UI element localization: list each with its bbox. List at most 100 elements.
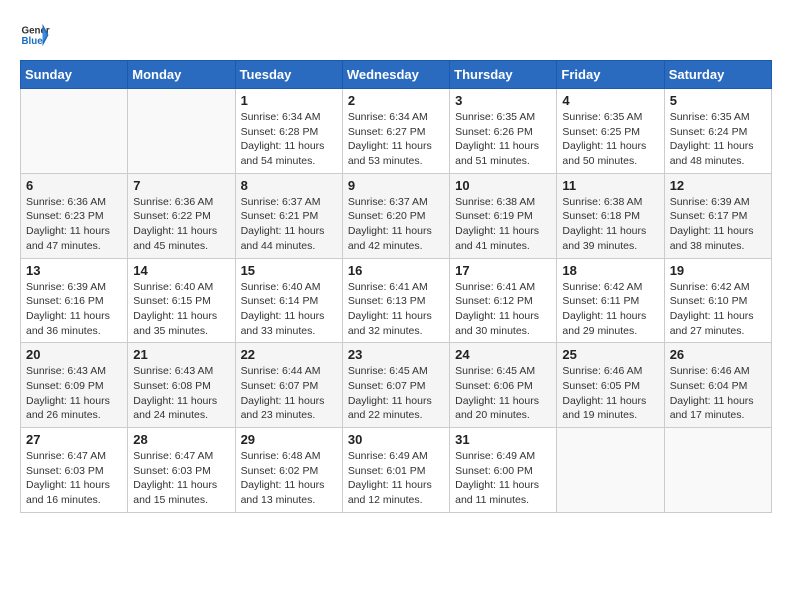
calendar-cell: 28Sunrise: 6:47 AMSunset: 6:03 PMDayligh…	[128, 428, 235, 513]
day-info: Sunrise: 6:42 AMSunset: 6:10 PMDaylight:…	[670, 280, 766, 339]
day-info: Sunrise: 6:47 AMSunset: 6:03 PMDaylight:…	[133, 449, 229, 508]
day-number: 10	[455, 178, 551, 193]
day-number: 6	[26, 178, 122, 193]
calendar-cell: 29 Sunrise: 6:48 AMSunset: 6:02 PMDayligh…	[235, 428, 342, 513]
calendar-cell: 15 Sunrise: 6:40 AMSunset: 6:14 PMDayligh…	[235, 258, 342, 343]
day-info: Sunrise: 6:40 AMSunset: 6:15 PMDaylight:…	[133, 280, 229, 339]
calendar-cell: 12 Sunrise: 6:39 AMSunset: 6:17 PMDayligh…	[664, 173, 771, 258]
calendar-week-2: 6 Sunrise: 6:36 AMSunset: 6:23 PMDaylight…	[21, 173, 772, 258]
day-info: Sunrise: 6:35 AMSunset: 6:24 PMDaylight:…	[670, 110, 766, 169]
day-info: Sunrise: 6:34 AMSunset: 6:28 PMDaylight:…	[241, 110, 337, 169]
day-number: 23	[348, 347, 444, 362]
calendar-cell: 11 Sunrise: 6:38 AMSunset: 6:18 PMDayligh…	[557, 173, 664, 258]
day-number: 8	[241, 178, 337, 193]
svg-text:Blue: Blue	[22, 36, 44, 47]
calendar-cell	[664, 428, 771, 513]
day-info: Sunrise: 6:45 AMSunset: 6:06 PMDaylight:…	[455, 364, 551, 423]
day-number: 13	[26, 263, 122, 278]
day-number: 20	[26, 347, 122, 362]
day-number: 12	[670, 178, 766, 193]
day-number: 15	[241, 263, 337, 278]
calendar-cell: 4 Sunrise: 6:35 AMSunset: 6:25 PMDaylight…	[557, 89, 664, 174]
day-number: 31	[455, 432, 551, 447]
calendar-cell	[128, 89, 235, 174]
day-info: Sunrise: 6:39 AMSunset: 6:17 PMDaylight:…	[670, 195, 766, 254]
day-info: Sunrise: 6:46 AMSunset: 6:05 PMDaylight:…	[562, 364, 658, 423]
day-number: 11	[562, 178, 658, 193]
calendar-cell: 10Sunrise: 6:38 AMSunset: 6:19 PMDayligh…	[450, 173, 557, 258]
day-info: Sunrise: 6:45 AMSunset: 6:07 PMDaylight:…	[348, 364, 444, 423]
calendar-cell: 18 Sunrise: 6:42 AMSunset: 6:11 PMDayligh…	[557, 258, 664, 343]
day-number: 5	[670, 93, 766, 108]
day-info: Sunrise: 6:44 AMSunset: 6:07 PMDaylight:…	[241, 364, 337, 423]
weekday-header-sunday: Sunday	[21, 61, 128, 89]
day-info: Sunrise: 6:42 AMSunset: 6:11 PMDaylight:…	[562, 280, 658, 339]
day-info: Sunrise: 6:41 AMSunset: 6:13 PMDaylight:…	[348, 280, 444, 339]
day-number: 18	[562, 263, 658, 278]
day-info: Sunrise: 6:49 AMSunset: 6:01 PMDaylight:…	[348, 449, 444, 508]
calendar-cell: 13 Sunrise: 6:39 AMSunset: 6:16 PMDayligh…	[21, 258, 128, 343]
calendar-cell: 8Sunrise: 6:37 AMSunset: 6:21 PMDaylight…	[235, 173, 342, 258]
day-number: 3	[455, 93, 551, 108]
weekday-header-row: SundayMondayTuesdayWednesdayThursdayFrid…	[21, 61, 772, 89]
calendar-cell: 22 Sunrise: 6:44 AMSunset: 6:07 PMDayligh…	[235, 343, 342, 428]
day-number: 25	[562, 347, 658, 362]
calendar-cell: 6 Sunrise: 6:36 AMSunset: 6:23 PMDaylight…	[21, 173, 128, 258]
day-number: 29	[241, 432, 337, 447]
day-info: Sunrise: 6:38 AMSunset: 6:18 PMDaylight:…	[562, 195, 658, 254]
calendar-cell: 26Sunrise: 6:46 AMSunset: 6:04 PMDayligh…	[664, 343, 771, 428]
day-info: Sunrise: 6:43 AMSunset: 6:08 PMDaylight:…	[133, 364, 229, 423]
day-info: Sunrise: 6:40 AMSunset: 6:14 PMDaylight:…	[241, 280, 337, 339]
calendar-week-1: 1 Sunrise: 6:34 AMSunset: 6:28 PMDaylight…	[21, 89, 772, 174]
day-info: Sunrise: 6:43 AMSunset: 6:09 PMDaylight:…	[26, 364, 122, 423]
calendar-cell: 7 Sunrise: 6:36 AMSunset: 6:22 PMDaylight…	[128, 173, 235, 258]
calendar-week-4: 20 Sunrise: 6:43 AMSunset: 6:09 PMDayligh…	[21, 343, 772, 428]
calendar-cell: 9 Sunrise: 6:37 AMSunset: 6:20 PMDaylight…	[342, 173, 449, 258]
day-number: 17	[455, 263, 551, 278]
weekday-header-monday: Monday	[128, 61, 235, 89]
day-info: Sunrise: 6:46 AMSunset: 6:04 PMDaylight:…	[670, 364, 766, 423]
day-number: 22	[241, 347, 337, 362]
day-info: Sunrise: 6:36 AMSunset: 6:23 PMDaylight:…	[26, 195, 122, 254]
calendar-cell: 14 Sunrise: 6:40 AMSunset: 6:15 PMDayligh…	[128, 258, 235, 343]
day-info: Sunrise: 6:49 AMSunset: 6:00 PMDaylight:…	[455, 449, 551, 508]
calendar-cell: 30Sunrise: 6:49 AMSunset: 6:01 PMDayligh…	[342, 428, 449, 513]
day-number: 7	[133, 178, 229, 193]
calendar-cell: 31 Sunrise: 6:49 AMSunset: 6:00 PMDayligh…	[450, 428, 557, 513]
calendar-cell: 25 Sunrise: 6:46 AMSunset: 6:05 PMDayligh…	[557, 343, 664, 428]
day-number: 27	[26, 432, 122, 447]
page-header: General Blue	[20, 20, 772, 50]
calendar-cell: 23 Sunrise: 6:45 AMSunset: 6:07 PMDayligh…	[342, 343, 449, 428]
day-info: Sunrise: 6:36 AMSunset: 6:22 PMDaylight:…	[133, 195, 229, 254]
calendar-cell: 20 Sunrise: 6:43 AMSunset: 6:09 PMDayligh…	[21, 343, 128, 428]
calendar-cell: 2 Sunrise: 6:34 AMSunset: 6:27 PMDaylight…	[342, 89, 449, 174]
day-info: Sunrise: 6:37 AMSunset: 6:20 PMDaylight:…	[348, 195, 444, 254]
day-number: 1	[241, 93, 337, 108]
day-info: Sunrise: 6:35 AMSunset: 6:25 PMDaylight:…	[562, 110, 658, 169]
day-info: Sunrise: 6:41 AMSunset: 6:12 PMDaylight:…	[455, 280, 551, 339]
day-info: Sunrise: 6:39 AMSunset: 6:16 PMDaylight:…	[26, 280, 122, 339]
day-number: 21	[133, 347, 229, 362]
weekday-header-saturday: Saturday	[664, 61, 771, 89]
day-info: Sunrise: 6:34 AMSunset: 6:27 PMDaylight:…	[348, 110, 444, 169]
day-number: 24	[455, 347, 551, 362]
day-info: Sunrise: 6:48 AMSunset: 6:02 PMDaylight:…	[241, 449, 337, 508]
calendar-week-5: 27 Sunrise: 6:47 AMSunset: 6:03 PMDayligh…	[21, 428, 772, 513]
calendar-cell: 16Sunrise: 6:41 AMSunset: 6:13 PMDayligh…	[342, 258, 449, 343]
day-number: 14	[133, 263, 229, 278]
day-number: 2	[348, 93, 444, 108]
logo: General Blue	[20, 20, 50, 50]
calendar-cell	[21, 89, 128, 174]
calendar-cell: 19 Sunrise: 6:42 AMSunset: 6:10 PMDayligh…	[664, 258, 771, 343]
calendar-cell: 27Sunrise: 6:47 AMSunset: 6:03 PMDayligh…	[21, 428, 128, 513]
calendar-cell	[557, 428, 664, 513]
day-number: 4	[562, 93, 658, 108]
day-number: 19	[670, 263, 766, 278]
weekday-header-tuesday: Tuesday	[235, 61, 342, 89]
weekday-header-wednesday: Wednesday	[342, 61, 449, 89]
calendar-cell: 1 Sunrise: 6:34 AMSunset: 6:28 PMDaylight…	[235, 89, 342, 174]
day-number: 9	[348, 178, 444, 193]
calendar-cell: 17 Sunrise: 6:41 AMSunset: 6:12 PMDayligh…	[450, 258, 557, 343]
weekday-header-friday: Friday	[557, 61, 664, 89]
calendar-cell: 5 Sunrise: 6:35 AMSunset: 6:24 PMDaylight…	[664, 89, 771, 174]
